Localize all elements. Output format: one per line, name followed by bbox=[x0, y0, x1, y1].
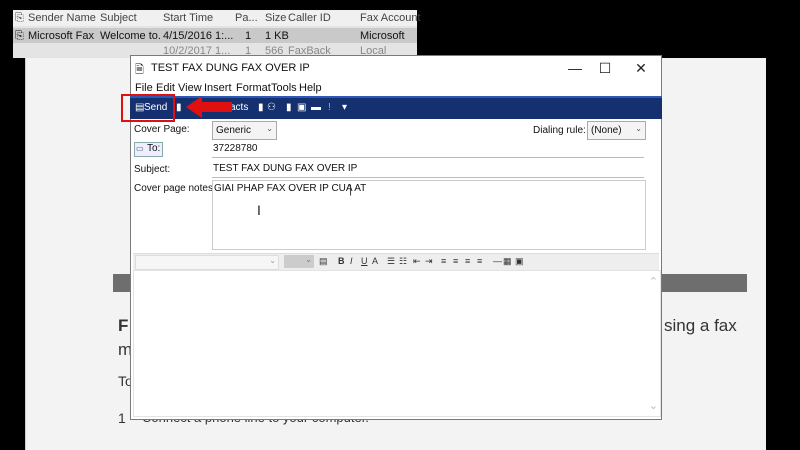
address-book-icon: ▭ bbox=[136, 144, 144, 153]
col-sender-name[interactable]: Sender Name bbox=[28, 12, 96, 24]
font-color-icon[interactable]: A bbox=[372, 256, 378, 266]
attachment-icon: ⎘ bbox=[15, 30, 24, 42]
cover-page-label: Cover Page: bbox=[134, 124, 190, 135]
cover-notes-label: Cover page notes: bbox=[134, 183, 216, 194]
fax-message-list: ⎘ Sender Name Subject Start Time Pa... S… bbox=[13, 10, 421, 58]
decrease-indent-icon[interactable]: ⇤ bbox=[413, 256, 421, 267]
minimize-button[interactable]: — bbox=[561, 59, 589, 77]
i-beam-cursor-icon: I bbox=[257, 202, 261, 218]
bullet-list-icon[interactable]: ☷ bbox=[399, 256, 407, 267]
separator-icon: ▮ bbox=[176, 102, 182, 113]
bold-icon[interactable]: B bbox=[338, 256, 345, 266]
red-arrow-icon bbox=[186, 96, 232, 118]
col-size[interactable]: Size bbox=[265, 12, 286, 24]
subject-label: Subject: bbox=[134, 164, 171, 175]
subject-field[interactable]: TEST FAX DUNG FAX OVER IP bbox=[212, 160, 644, 178]
table-row[interactable]: ⎘ Microsoft Fax ... Welcome to... 4/15/2… bbox=[13, 28, 417, 43]
chevron-down-icon: ⌄ bbox=[305, 255, 312, 264]
to-field[interactable]: 37228780 bbox=[212, 140, 644, 158]
italic-icon[interactable]: I bbox=[350, 256, 353, 266]
cover-page-select[interactable]: Generic ⌄ bbox=[212, 121, 277, 140]
chevron-down-icon: ⌄ bbox=[269, 256, 276, 265]
bg-heading-left: F bbox=[118, 316, 129, 335]
cover-notes-field[interactable]: GIAI PHAP FAX OVER IP CUA AT | I bbox=[212, 180, 646, 250]
title-bar[interactable]: 🗎 TEST FAX DUNG FAX OVER IP — ☐ ✕ bbox=[131, 56, 661, 80]
maximize-button[interactable]: ☐ bbox=[591, 59, 619, 77]
insert-file-icon[interactable]: ▮ bbox=[258, 102, 264, 113]
menu-edit[interactable]: Edit bbox=[156, 82, 175, 94]
formatting-toolbar: ⌄ ⌄ ▤ B I U A ☰ ☷ ⇤ ⇥ ≡ ≡ ≡ ≡ — ▦ ▣ bbox=[133, 253, 659, 270]
align-right-icon[interactable]: ≡ bbox=[465, 256, 470, 266]
cover-page-value: Generic bbox=[216, 125, 252, 136]
menu-view[interactable]: View bbox=[178, 82, 202, 94]
menu-help[interactable]: Help bbox=[299, 82, 322, 94]
insert-object-icon[interactable]: ▣ bbox=[515, 256, 524, 267]
cell-pages: 1 bbox=[245, 30, 252, 42]
menu-tools[interactable]: Tools bbox=[271, 82, 297, 94]
send-button-highlight bbox=[121, 94, 175, 122]
menu-format[interactable]: Format bbox=[236, 82, 271, 94]
to-button[interactable]: ▭ To: bbox=[134, 142, 163, 157]
page-icon[interactable]: ▬ bbox=[311, 102, 321, 113]
numbered-list-icon[interactable]: ☰ bbox=[387, 256, 395, 267]
scroll-down-icon[interactable]: ⌄ bbox=[649, 399, 658, 412]
scan-icon[interactable]: ⚇ bbox=[267, 102, 276, 113]
image-icon[interactable]: ▣ bbox=[297, 102, 306, 113]
to-label: To: bbox=[147, 143, 161, 154]
col-fax-account[interactable]: Fax Account bbox=[360, 12, 421, 24]
attachment-icon: ⎘ bbox=[15, 12, 24, 24]
dialing-rule-value: (None) bbox=[591, 125, 622, 136]
col-pages[interactable]: Pa... bbox=[235, 12, 258, 24]
dialing-rule-select[interactable]: (None) ⌄ bbox=[587, 121, 646, 140]
col-subject[interactable]: Subject bbox=[100, 12, 137, 24]
fax-list-header: ⎘ Sender Name Subject Start Time Pa... S… bbox=[13, 10, 421, 26]
cell-start-time: 4/15/2016 1:... bbox=[163, 30, 233, 42]
text-caret: | bbox=[349, 182, 353, 196]
bg-heading-right: sing a fax bbox=[664, 316, 737, 335]
priority-icon[interactable]: ! bbox=[328, 102, 331, 113]
window-title: TEST FAX DUNG FAX OVER IP bbox=[151, 62, 310, 74]
col-caller-id[interactable]: Caller ID bbox=[288, 12, 331, 24]
font-size-select[interactable]: ⌄ bbox=[284, 255, 314, 268]
paragraph-style-icon[interactable]: ▤ bbox=[319, 256, 328, 267]
to-value: 37228780 bbox=[213, 143, 258, 154]
scroll-up-icon[interactable]: ⌃ bbox=[649, 275, 658, 288]
picture-icon[interactable]: ▮ bbox=[286, 102, 292, 113]
subject-value: TEST FAX DUNG FAX OVER IP bbox=[213, 163, 358, 174]
bg-step-number: 1 bbox=[118, 410, 126, 426]
cover-notes-value: GIAI PHAP FAX OVER IP CUA AT bbox=[214, 183, 367, 194]
menu-file[interactable]: File bbox=[135, 82, 153, 94]
cell-sender: Microsoft Fax ... bbox=[28, 30, 98, 42]
dialing-rule-label: Dialing rule: bbox=[533, 125, 586, 136]
chevron-down-icon: ⌄ bbox=[266, 124, 273, 133]
font-select[interactable]: ⌄ bbox=[135, 255, 279, 270]
cell-size: 1 KB bbox=[265, 30, 289, 42]
increase-indent-icon[interactable]: ⇥ bbox=[425, 256, 433, 267]
fax-document-icon: 🗎 bbox=[135, 64, 144, 76]
underline-icon[interactable]: U bbox=[361, 256, 368, 266]
col-start-time[interactable]: Start Time bbox=[163, 12, 213, 24]
message-body-editor[interactable]: ⌃ ⌄ bbox=[133, 270, 661, 417]
justify-icon[interactable]: ≡ bbox=[477, 256, 482, 266]
chevron-down-icon: ⌄ bbox=[635, 124, 642, 133]
cell-subject: Welcome to... bbox=[100, 30, 160, 42]
align-center-icon[interactable]: ≡ bbox=[453, 256, 458, 266]
cell-account: Microsoft bbox=[360, 30, 405, 42]
close-button[interactable]: ✕ bbox=[627, 59, 655, 77]
menu-bar: File Edit View Insert Format Tools Help bbox=[131, 81, 661, 96]
dropdown-chevron-icon[interactable]: ▾ bbox=[342, 102, 347, 113]
horizontal-line-icon[interactable]: — bbox=[493, 256, 502, 266]
align-left-icon[interactable]: ≡ bbox=[441, 256, 446, 266]
insert-picture-icon[interactable]: ▦ bbox=[503, 256, 512, 267]
menu-insert[interactable]: Insert bbox=[204, 82, 232, 94]
